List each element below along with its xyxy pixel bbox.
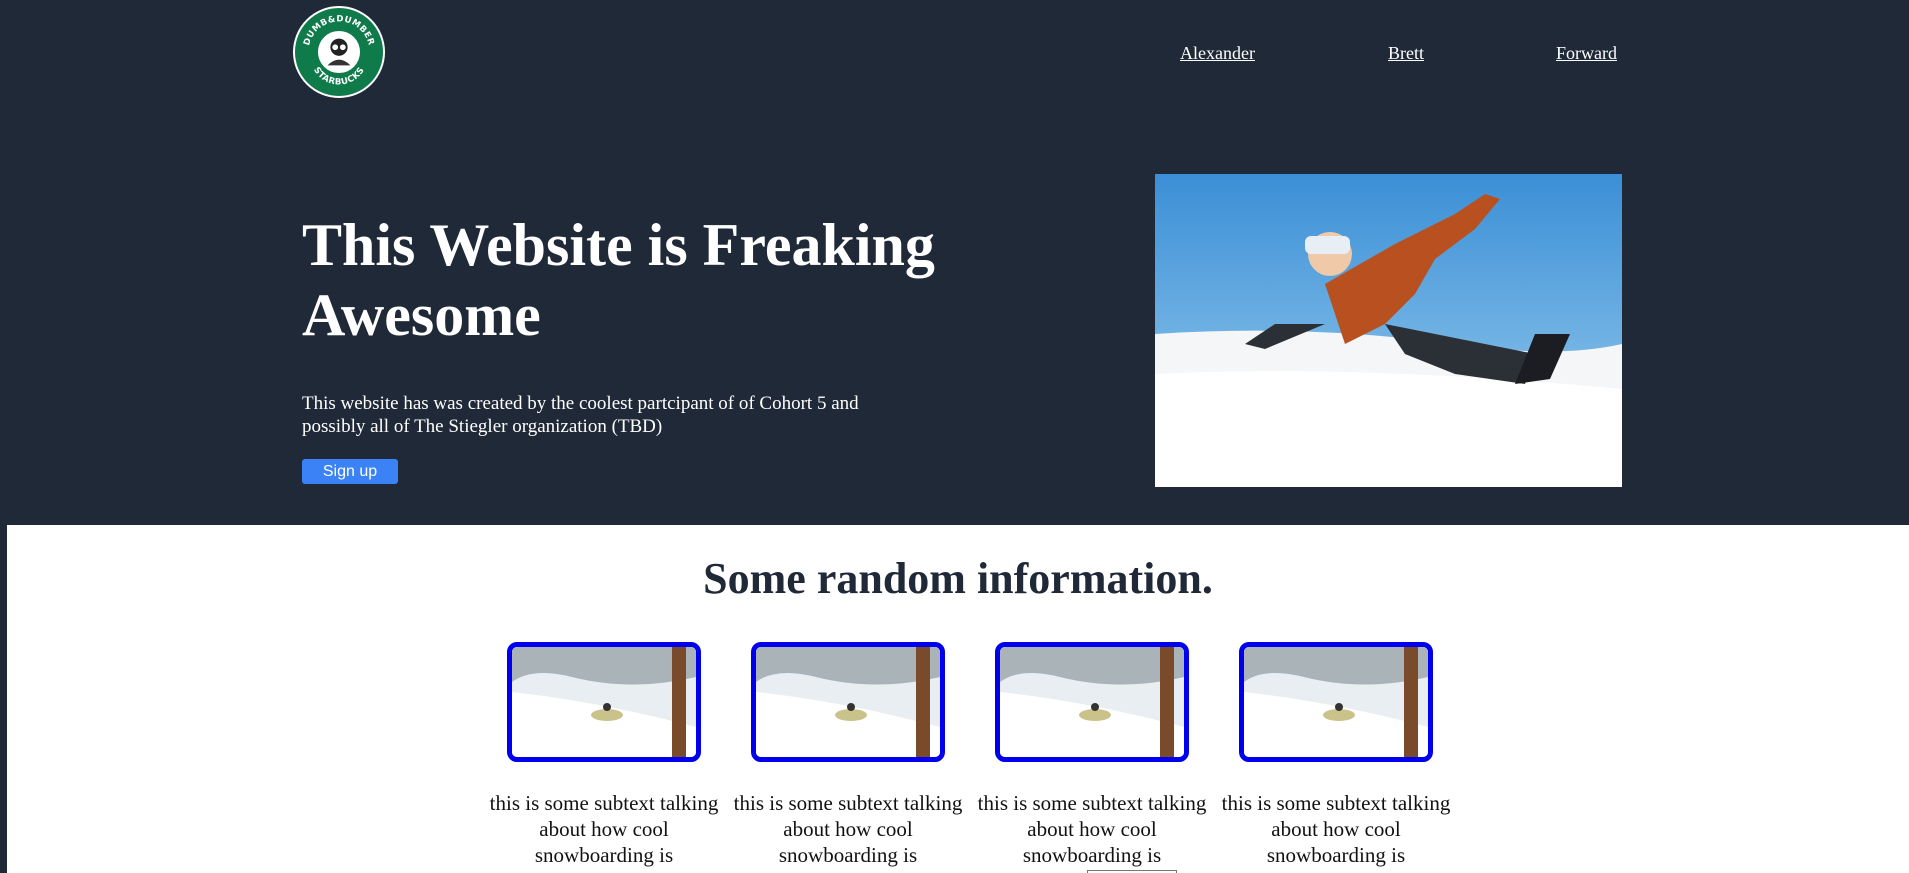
card-image [507, 642, 701, 762]
site-logo[interactable]: DUMB&DUMBER STARBUCKS [293, 6, 385, 98]
info-card: this is some subtext talking about how c… [978, 642, 1206, 868]
section-title: Some random information. [703, 554, 1213, 603]
nav-link-forward[interactable]: Forward [1556, 43, 1617, 64]
nav-link-alexander[interactable]: Alexander [1180, 43, 1255, 64]
card-image [1239, 642, 1433, 762]
card-text: this is some subtext talking about how c… [977, 791, 1207, 867]
info-card: this is some subtext talking about how c… [734, 642, 962, 868]
hero-description: This website has was created by the cool… [302, 393, 859, 437]
card-text: this is some subtext talking about how c… [489, 791, 719, 867]
info-card: this is some subtext talking about how c… [1222, 642, 1450, 868]
info-section: Some random information. this is some su… [7, 525, 1909, 873]
hero-snowboarder-image [1155, 174, 1622, 487]
signup-button[interactable]: Sign up [302, 459, 398, 484]
info-card: this is some subtext talking about how c… [490, 642, 718, 868]
card-text: this is some subtext talking about how c… [1221, 791, 1451, 867]
nav-link-brett[interactable]: Brett [1388, 43, 1424, 64]
card-image [751, 642, 945, 762]
card-text: this is some subtext talking about how c… [733, 791, 963, 867]
hero-title: This Website is Freaking Awesome [302, 212, 935, 348]
card-image [995, 642, 1189, 762]
